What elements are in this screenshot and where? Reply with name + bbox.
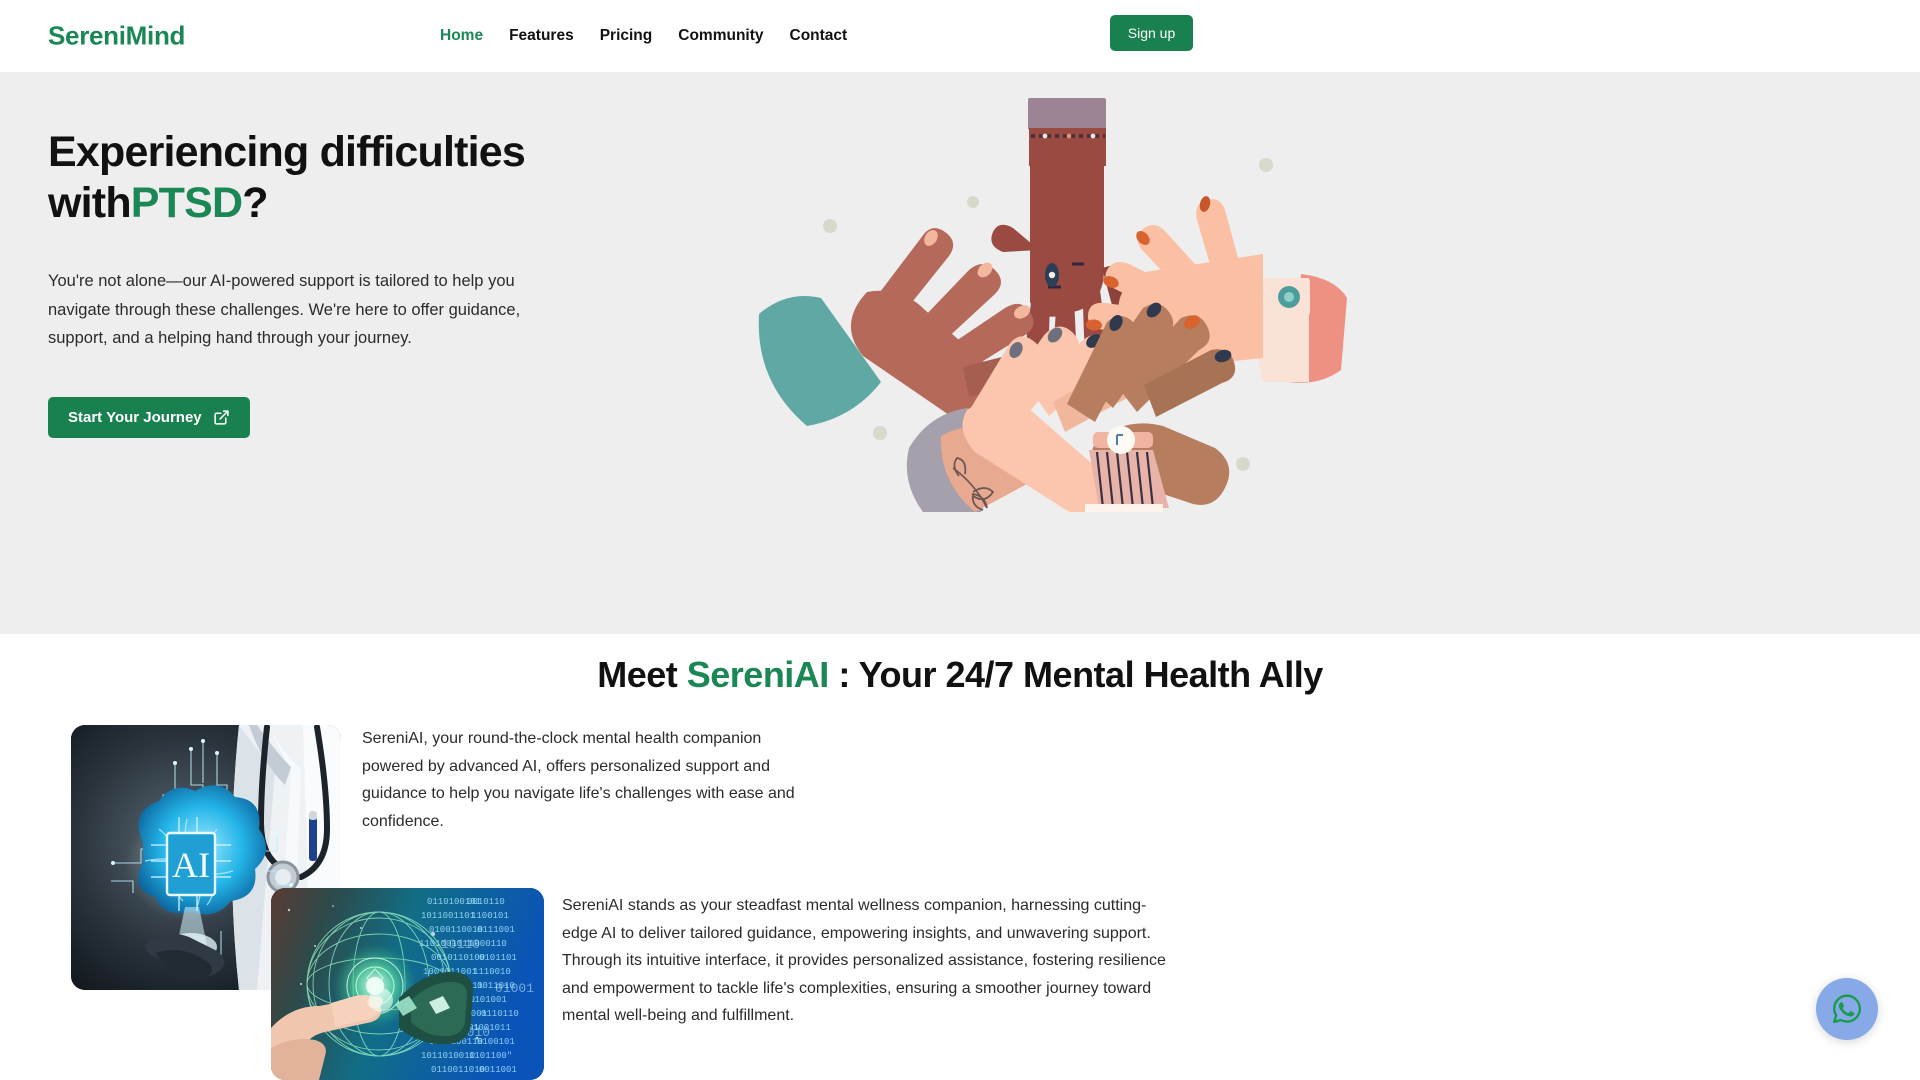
hero-title-suffix: ?: [242, 178, 268, 227]
nav-item-features[interactable]: Features: [509, 27, 574, 45]
meet-title-prefix: Meet: [597, 654, 687, 695]
meet-paragraph-one: SereniAI, your round-the-clock mental he…: [362, 730, 795, 830]
start-journey-label: Start Your Journey: [68, 408, 202, 426]
svg-text:1110010: 1110010: [473, 967, 511, 977]
svg-text:1101100": 1101100": [469, 1051, 512, 1061]
nav-item-contact[interactable]: Contact: [790, 27, 848, 45]
svg-text:0110011010: 0110011010: [431, 1065, 485, 1075]
hero-subtitle: You're not alone—our AI-powered support …: [48, 272, 521, 348]
hero-title-line1: Experiencing difficulties: [48, 128, 526, 176]
whatsapp-chat-button[interactable]: [1816, 978, 1878, 1040]
svg-text:01001: 01001: [495, 981, 534, 996]
external-link-icon: [213, 409, 230, 426]
svg-text:0110110: 0110110: [481, 1009, 519, 1019]
meet-section-title: Meet SereniAI : Your 24/7 Mental Health …: [0, 654, 1920, 696]
hero-section: Experiencing difficulties withPTSD? You'…: [0, 72, 1920, 634]
svg-text:0100110010: 0100110010: [429, 925, 483, 935]
meet-paragraph-two: SereniAI stands as your steadfast mental…: [562, 897, 1166, 1025]
main-navigation: Home Features Pricing Community Contact: [440, 27, 847, 45]
hero-title-accent: PTSD: [130, 178, 243, 227]
nav-item-pricing[interactable]: Pricing: [600, 27, 653, 45]
hero-title: Experiencing difficulties withPTSD?: [48, 127, 608, 228]
site-header: SereniMind Home Features Pricing Communi…: [0, 0, 1920, 72]
signup-button[interactable]: Sign up: [1110, 15, 1193, 51]
svg-text:10110: 10110: [441, 937, 480, 952]
meet-title-suffix: : Your 24/7 Mental Health Ally: [828, 654, 1323, 695]
hero-title-prefix: with: [48, 178, 132, 227]
svg-text:1011010010: 1011010010: [421, 1051, 475, 1061]
nav-item-home[interactable]: Home: [440, 27, 483, 45]
svg-text:0101101: 0101101: [479, 953, 517, 963]
hero-copy: Experiencing difficulties withPTSD? You'…: [48, 127, 608, 438]
svg-text:1101001: 1101001: [469, 995, 507, 1005]
brand-logo[interactable]: SereniMind: [48, 21, 185, 52]
whatsapp-icon: [1829, 991, 1865, 1027]
start-journey-button[interactable]: Start Your Journey: [48, 396, 250, 438]
nav-item-community[interactable]: Community: [678, 27, 763, 45]
svg-text:1100101: 1100101: [471, 911, 509, 921]
svg-text:AI: AI: [172, 845, 210, 885]
hand-touching-holographic-globe-binary-code: 0110100101 0010110 1011001101 1100101 0100…: [271, 888, 544, 1080]
svg-text:0011001: 0011001: [479, 1065, 517, 1075]
svg-text:0111001: 0111001: [477, 925, 515, 935]
svg-text:1011001101: 1011001101: [421, 911, 475, 921]
meet-title-accent: SereniAI: [686, 654, 830, 695]
diverse-hands-stacked-together-illustration: [745, 92, 1365, 512]
svg-text:0010110: 0010110: [467, 897, 505, 907]
